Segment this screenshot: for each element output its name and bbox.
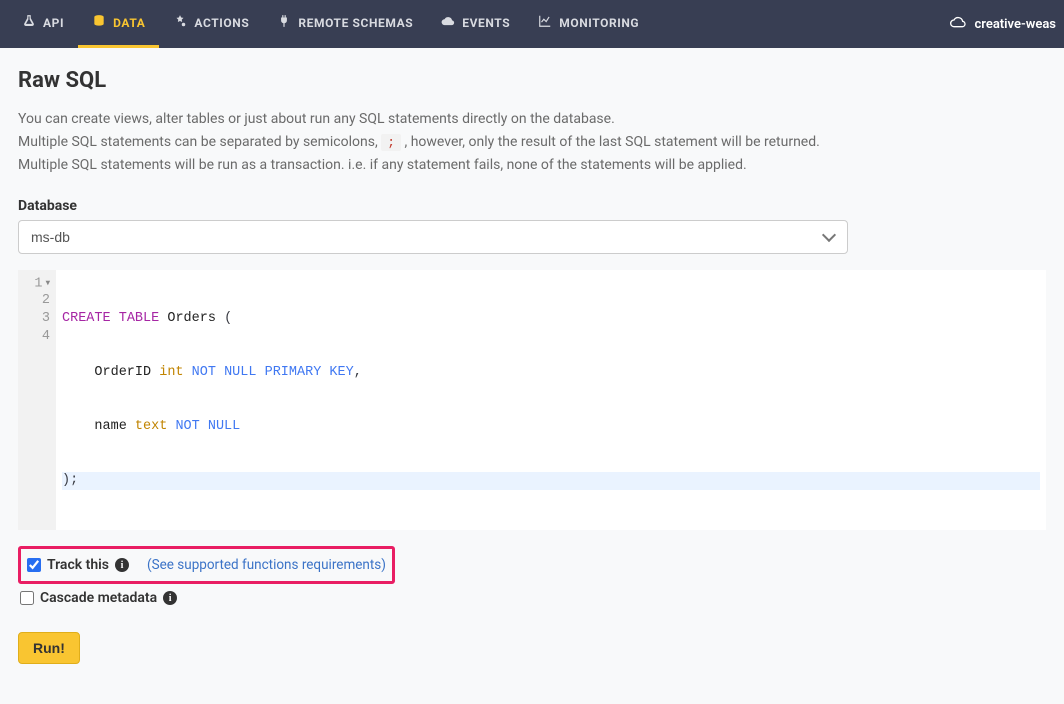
semicolon-code: ; — [381, 134, 401, 151]
nav-label: MONITORING — [559, 16, 639, 30]
database-select[interactable]: ms-db — [18, 220, 848, 254]
cascade-metadata-row: Cascade metadata i — [18, 584, 1046, 612]
page-body: Raw SQL You can create views, alter tabl… — [0, 48, 1064, 704]
desc-line-2: Multiple SQL statements can be separated… — [18, 132, 1046, 153]
database-label: Database — [18, 198, 1046, 214]
code-line: ); — [62, 472, 1040, 490]
code-line: name text NOT NULL — [62, 418, 1040, 436]
nav-events[interactable]: EVENTS — [427, 0, 524, 48]
project-switcher[interactable]: creative-weas — [950, 0, 1056, 48]
nav-remote-schemas[interactable]: REMOTE SCHEMAS — [263, 0, 427, 48]
nav-data[interactable]: DATA — [78, 0, 159, 48]
plug-icon — [277, 14, 291, 31]
nav-label: ACTIONS — [194, 16, 249, 30]
desc-line-3: Multiple SQL statements will be run as a… — [18, 155, 1046, 176]
nav-label: REMOTE SCHEMAS — [298, 16, 413, 30]
info-icon[interactable]: i — [163, 591, 177, 605]
line-number: 3 — [28, 310, 50, 328]
database-select-wrapper: ms-db — [18, 220, 848, 254]
sql-editor[interactable]: 1 2 3 4 CREATE TABLE Orders ( OrderID in… — [18, 270, 1046, 530]
nav-label: API — [43, 16, 64, 30]
actions-icon — [173, 14, 187, 31]
options: Track this i (See supported functions re… — [18, 546, 1046, 612]
code-line: CREATE TABLE Orders ( — [62, 310, 1040, 328]
cloud-project-icon — [950, 14, 966, 34]
cascade-metadata-label: Cascade metadata — [40, 590, 157, 606]
editor-code[interactable]: CREATE TABLE Orders ( OrderID int NOT NU… — [56, 270, 1046, 530]
cloud-icon — [441, 14, 455, 31]
track-this-callout: Track this i (See supported functions re… — [18, 546, 395, 584]
chart-icon — [538, 14, 552, 31]
line-number: 4 — [28, 328, 50, 346]
line-number: 2 — [28, 292, 50, 310]
track-this-row: Track this i (See supported functions re… — [25, 551, 388, 579]
nav-label: DATA — [113, 16, 145, 30]
nav-api[interactable]: API — [8, 0, 78, 48]
line-number: 1 — [28, 274, 50, 292]
cascade-metadata-checkbox[interactable] — [20, 591, 34, 605]
nav-actions[interactable]: ACTIONS — [159, 0, 263, 48]
flask-icon — [22, 14, 36, 31]
track-requirements-link[interactable]: (See supported functions requirements) — [147, 557, 386, 573]
top-nav: API DATA ACTIONS REMOTE SCHEMAS EVENTS — [0, 0, 1064, 48]
nav-left: API DATA ACTIONS REMOTE SCHEMAS EVENTS — [8, 0, 653, 48]
page-title: Raw SQL — [18, 68, 1046, 93]
track-this-checkbox[interactable] — [27, 558, 41, 572]
database-icon — [92, 14, 106, 31]
nav-monitoring[interactable]: MONITORING — [524, 0, 653, 48]
info-icon[interactable]: i — [115, 558, 129, 572]
page-description: You can create views, alter tables or ju… — [18, 109, 1046, 176]
run-button[interactable]: Run! — [18, 632, 80, 664]
nav-label: EVENTS — [462, 16, 510, 30]
editor-gutter: 1 2 3 4 — [18, 270, 56, 530]
desc-line-1: You can create views, alter tables or ju… — [18, 109, 1046, 130]
track-this-label: Track this — [47, 557, 109, 573]
project-name: creative-weas — [974, 17, 1056, 32]
code-line: OrderID int NOT NULL PRIMARY KEY, — [62, 364, 1040, 382]
